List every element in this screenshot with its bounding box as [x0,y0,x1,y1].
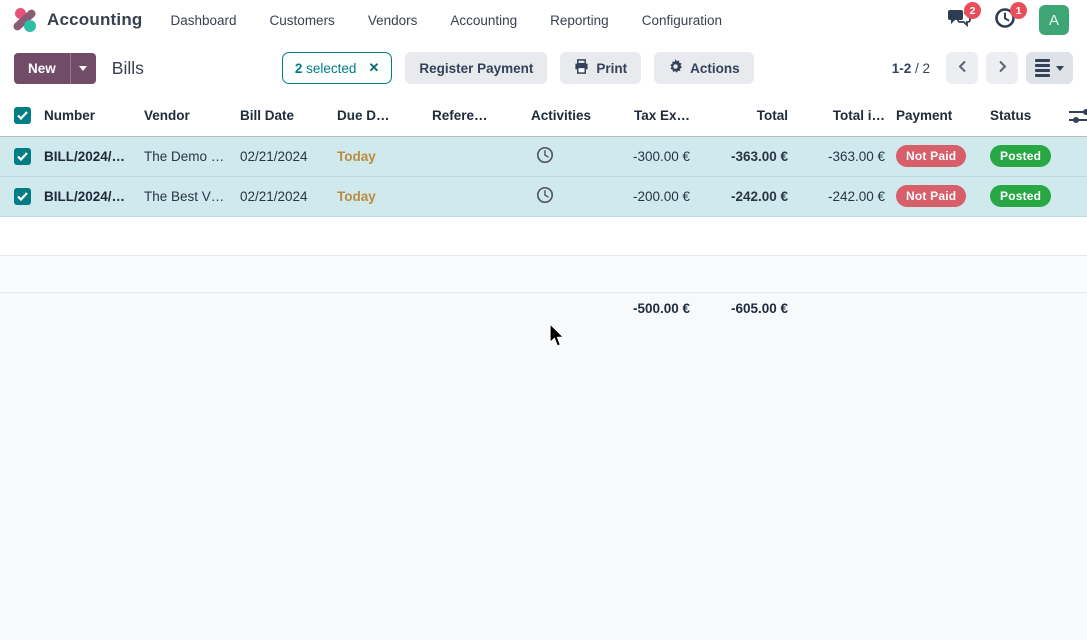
actions-label: Actions [690,61,740,76]
cell-reference[interactable] [428,176,527,216]
cell-total[interactable]: -363.00 € [690,136,788,176]
column-header-due-date[interactable]: Due D… [333,96,428,136]
gear-icon [668,59,683,77]
column-header-number[interactable]: Number [40,96,140,136]
column-header-total[interactable]: Total [690,96,788,136]
activity-clock-icon[interactable] [536,152,554,167]
new-button[interactable]: New [14,53,70,84]
chevron-down-icon [1056,66,1064,71]
cell-tax-excluded[interactable]: -200.00 € [623,176,690,216]
action-buttons: Register Payment Print [405,52,753,84]
app-brand[interactable]: Accounting [12,7,143,33]
column-header-reference[interactable]: Refere… [428,96,527,136]
register-payment-label: Register Payment [419,61,533,76]
bills-list: Number Vendor Bill Date Due D… Refere… A… [0,96,1087,333]
cell-due-date[interactable]: Today [333,176,428,216]
new-dropdown-toggle[interactable] [70,53,96,84]
user-avatar[interactable]: A [1039,5,1069,35]
print-label: Print [596,61,627,76]
status-badge: Posted [990,185,1051,207]
cell-vendor[interactable]: The Demo … [140,136,236,176]
row-checkbox[interactable] [14,148,31,165]
page-title: Bills [112,58,144,79]
table-row[interactable]: BILL/2024/… The Best V… 02/21/2024 Today [0,176,1087,216]
messages-count-badge: 2 [964,2,981,19]
top-navbar: Accounting Dashboard Customers Vendors A… [0,0,1087,40]
payment-status-badge: Not Paid [896,145,966,167]
accounting-app-icon [12,7,38,33]
menu-configuration[interactable]: Configuration [642,13,722,28]
pager: 1-2 / 2 [892,52,1073,84]
activities-button[interactable]: 1 [993,8,1017,32]
cell-tax-excluded[interactable]: -300.00 € [623,136,690,176]
cell-total[interactable]: -242.00 € [690,176,788,216]
selection-indicator: 2 selected ✕ [282,52,392,84]
cell-vendor[interactable]: The Best V… [140,176,236,216]
menu-reporting[interactable]: Reporting [550,13,609,28]
optional-columns-icon[interactable] [1069,108,1087,127]
cell-total-in-currency[interactable]: -242.00 € [788,176,885,216]
list-view-icon [1035,59,1050,77]
print-button[interactable]: Print [560,52,641,84]
column-header-payment[interactable]: Payment [885,96,985,136]
cell-bill-date[interactable]: 02/21/2024 [236,136,333,176]
select-all-checkbox[interactable] [14,107,31,124]
table-totals-row: -500.00 € -605.00 € [0,293,1087,333]
control-panel: New Bills 2 selected ✕ Register Payment [0,40,1087,96]
cell-bill-date[interactable]: 02/21/2024 [236,176,333,216]
view-switcher-button[interactable] [1026,52,1073,84]
row-checkbox[interactable] [14,188,31,205]
menu-accounting[interactable]: Accounting [450,13,517,28]
column-header-vendor[interactable]: Vendor [140,96,236,136]
activity-clock-icon[interactable] [536,192,554,207]
chevron-down-icon [79,66,87,71]
total-sum: -605.00 € [678,301,788,316]
menu-dashboard[interactable]: Dashboard [171,13,237,28]
app-window: Accounting Dashboard Customers Vendors A… [0,0,1087,640]
topbar-systray: 2 1 A [947,5,1075,35]
column-header-tax-excluded[interactable]: Tax Ex… [623,96,690,136]
payment-status-badge: Not Paid [896,185,966,207]
menu-vendors[interactable]: Vendors [368,13,418,28]
column-header-status[interactable]: Status [985,96,1055,136]
status-badge: Posted [990,145,1051,167]
table-empty-area [0,217,1087,256]
new-button-group: New [14,53,96,84]
bills-table: Number Vendor Bill Date Due D… Refere… A… [0,96,1087,217]
tax-excluded-sum: -500.00 € [580,301,690,316]
pager-next-button[interactable] [986,52,1018,84]
cell-due-date[interactable]: Today [333,136,428,176]
clear-selection-button[interactable]: ✕ [368,60,379,76]
register-payment-button[interactable]: Register Payment [405,52,547,84]
column-header-total-in-currency[interactable]: Total i… [788,96,885,136]
actions-button[interactable]: Actions [654,52,754,84]
column-header-activities[interactable]: Activities [527,96,623,136]
messages-button[interactable]: 2 [947,8,971,32]
selection-count-text: 2 selected [295,61,357,76]
chevron-right-icon [997,60,1008,76]
cell-total-in-currency[interactable]: -363.00 € [788,136,885,176]
table-header-row: Number Vendor Bill Date Due D… Refere… A… [0,96,1087,136]
cell-reference[interactable] [428,136,527,176]
printer-icon [574,59,589,77]
pager-previous-button[interactable] [946,52,978,84]
table-footer-spacer [0,256,1087,293]
column-header-bill-date[interactable]: Bill Date [236,96,333,136]
cell-number[interactable]: BILL/2024/… [40,136,140,176]
main-menu: Dashboard Customers Vendors Accounting R… [171,13,723,28]
cell-number[interactable]: BILL/2024/… [40,176,140,216]
menu-customers[interactable]: Customers [270,13,335,28]
app-name[interactable]: Accounting [47,10,143,30]
table-row[interactable]: BILL/2024/… The Demo … 02/21/2024 Today [0,136,1087,176]
chevron-left-icon [957,60,968,76]
pager-range: 1-2 / 2 [892,61,930,76]
activities-count-badge: 1 [1010,2,1027,19]
